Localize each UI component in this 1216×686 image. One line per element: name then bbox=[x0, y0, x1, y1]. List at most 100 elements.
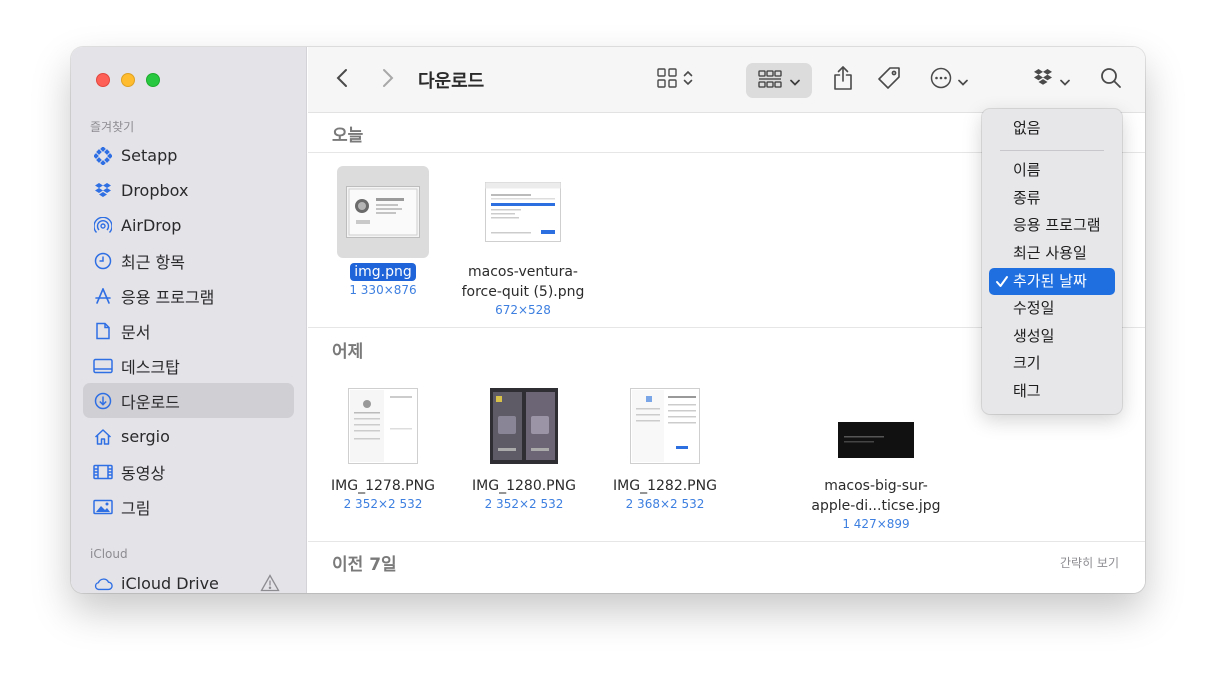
tag-button[interactable] bbox=[872, 65, 906, 95]
sidebar-item-label: 데스크탑 bbox=[121, 357, 180, 377]
applications-icon bbox=[93, 286, 113, 306]
sidebar-item-label: 응용 프로그램 bbox=[121, 287, 215, 307]
share-icon bbox=[833, 65, 853, 95]
sidebar-item-label: 다운로드 bbox=[121, 392, 180, 412]
file-dimensions: 672×528 bbox=[495, 303, 551, 317]
menu-item-none[interactable]: 없음 bbox=[989, 115, 1115, 142]
dropbox-button[interactable] bbox=[1026, 65, 1076, 95]
close-button[interactable] bbox=[96, 73, 110, 87]
sidebar-item-label: 동영상 bbox=[121, 463, 166, 483]
chevron-down-icon bbox=[790, 71, 800, 90]
sidebar-item-label: AirDrop bbox=[121, 216, 182, 235]
picture-icon bbox=[93, 497, 113, 517]
group-title: 오늘 bbox=[332, 126, 364, 146]
menu-item-size[interactable]: 크기 bbox=[989, 350, 1115, 377]
file-item[interactable]: macos-big-sur-apple-di...ticse.jpg 1 427… bbox=[806, 380, 946, 532]
dropbox-icon bbox=[93, 181, 113, 201]
file-dimensions: 2 352×2 532 bbox=[484, 497, 564, 511]
sidebar-item-label: Dropbox bbox=[121, 181, 189, 200]
file-thumbnail bbox=[477, 166, 569, 258]
main-content: 다운로드 오늘 img.png 1 330×876 macos-ventura-… bbox=[308, 47, 1145, 593]
film-icon bbox=[93, 462, 113, 482]
file-name: IMG_1282.PNG bbox=[613, 478, 717, 494]
sidebar-item-recents[interactable]: 최근 항목 bbox=[83, 243, 294, 278]
file-item[interactable]: IMG_1280.PNG 2 352×2 532 bbox=[454, 380, 594, 512]
sidebar-item-desktop[interactable]: 데스크탑 bbox=[83, 348, 294, 383]
menu-item-kind[interactable]: 종류 bbox=[989, 185, 1115, 212]
sidebar-item-label: sergio bbox=[121, 427, 170, 446]
file-dimensions: 2 368×2 532 bbox=[625, 497, 705, 511]
menu-item-application[interactable]: 응용 프로그램 bbox=[989, 212, 1115, 239]
sidebar-item-downloads[interactable]: 다운로드 bbox=[83, 383, 294, 418]
icloud-section-label: iCloud bbox=[90, 547, 128, 561]
warning-icon bbox=[260, 574, 280, 593]
view-mode-button[interactable] bbox=[650, 65, 700, 95]
group-by-button[interactable] bbox=[746, 63, 812, 98]
file-thumbnail bbox=[478, 380, 570, 472]
sidebar-item-pictures[interactable]: 그림 bbox=[83, 489, 294, 524]
favorites-section-label: 즐겨찾기 bbox=[90, 120, 135, 134]
file-thumbnail bbox=[830, 380, 922, 472]
menu-item-date-created[interactable]: 생성일 bbox=[989, 323, 1115, 350]
sidebar-item-home[interactable]: sergio bbox=[83, 419, 294, 454]
airdrop-icon bbox=[93, 216, 113, 236]
more-icon bbox=[930, 67, 952, 93]
sidebar-item-applications[interactable]: 응용 프로그램 bbox=[83, 278, 294, 313]
finder-window: 즐겨찾기 Setapp Dropbox AirDrop 최근 항목 응용 프로그… bbox=[71, 47, 1145, 593]
menu-item-name[interactable]: 이름 bbox=[989, 157, 1115, 184]
share-button[interactable] bbox=[828, 63, 858, 97]
document-icon bbox=[93, 321, 113, 341]
minimize-button[interactable] bbox=[121, 73, 135, 87]
menu-separator bbox=[1000, 150, 1104, 151]
menu-item-date-added[interactable]: 추가된 날짜 bbox=[989, 268, 1115, 295]
zoom-button[interactable] bbox=[146, 73, 160, 87]
chevron-down-icon bbox=[1060, 71, 1070, 90]
chevron-left-icon bbox=[336, 68, 348, 92]
file-name: IMG_1278.PNG bbox=[331, 478, 435, 494]
file-item[interactable]: img.png 1 330×876 bbox=[313, 166, 453, 298]
menu-item-last-opened[interactable]: 최근 사용일 bbox=[989, 240, 1115, 267]
file-dimensions: 1 427×899 bbox=[842, 517, 910, 531]
sidebar-item-label: Setapp bbox=[121, 146, 178, 165]
sidebar-item-label: 최근 항목 bbox=[121, 252, 185, 272]
setapp-icon bbox=[93, 146, 113, 166]
file-item[interactable]: IMG_1282.PNG 2 368×2 532 bbox=[595, 380, 735, 512]
back-button[interactable] bbox=[330, 67, 354, 93]
sidebar-item-dropbox[interactable]: Dropbox bbox=[83, 173, 294, 208]
clock-icon bbox=[93, 251, 113, 271]
group-by-menu: 없음 이름 종류 응용 프로그램 최근 사용일 추가된 날짜 수정일 생성일 크… bbox=[982, 109, 1122, 414]
download-icon bbox=[93, 391, 113, 411]
group-title: 어제 bbox=[332, 342, 364, 362]
menu-item-label: 추가된 날짜 bbox=[1013, 272, 1087, 290]
sidebar: 즐겨찾기 Setapp Dropbox AirDrop 최근 항목 응용 프로그… bbox=[71, 47, 307, 593]
chevron-right-icon bbox=[382, 68, 394, 92]
file-name: macos-big-sur-apple-di...ticse.jpg bbox=[811, 478, 941, 514]
menu-item-date-modified[interactable]: 수정일 bbox=[989, 295, 1115, 322]
sidebar-item-icloud-drive[interactable]: iCloud Drive bbox=[83, 566, 294, 593]
sidebar-item-movies[interactable]: 동영상 bbox=[83, 454, 294, 489]
toolbar: 다운로드 bbox=[308, 47, 1145, 113]
sidebar-item-label: 문서 bbox=[121, 322, 151, 342]
search-button[interactable] bbox=[1096, 65, 1126, 95]
file-item[interactable]: macos-ventura-force-quit (5).png 672×528 bbox=[453, 166, 593, 318]
sidebar-item-airdrop[interactable]: AirDrop bbox=[83, 208, 294, 243]
action-button[interactable] bbox=[924, 65, 974, 95]
file-name: macos-ventura-force-quit (5).png bbox=[461, 264, 585, 300]
window-controls bbox=[96, 73, 160, 87]
menu-item-tags[interactable]: 태그 bbox=[989, 378, 1115, 405]
file-item[interactable]: IMG_1278.PNG 2 352×2 532 bbox=[313, 380, 453, 512]
tag-icon bbox=[877, 66, 901, 94]
file-dimensions: 1 330×876 bbox=[349, 283, 417, 297]
sidebar-item-setapp[interactable]: Setapp bbox=[83, 138, 294, 173]
file-thumbnail bbox=[619, 380, 711, 472]
icon-grid-icon bbox=[657, 68, 677, 92]
chevron-down-icon bbox=[958, 71, 968, 90]
group-divider bbox=[308, 541, 1145, 542]
forward-button[interactable] bbox=[376, 67, 400, 93]
sidebar-item-documents[interactable]: 문서 bbox=[83, 313, 294, 348]
show-less-link[interactable]: 간략히 보기 bbox=[1060, 554, 1119, 571]
cloud-icon bbox=[93, 574, 113, 594]
home-icon bbox=[93, 427, 113, 447]
search-icon bbox=[1100, 67, 1122, 93]
chevron-updown-icon bbox=[683, 70, 693, 90]
